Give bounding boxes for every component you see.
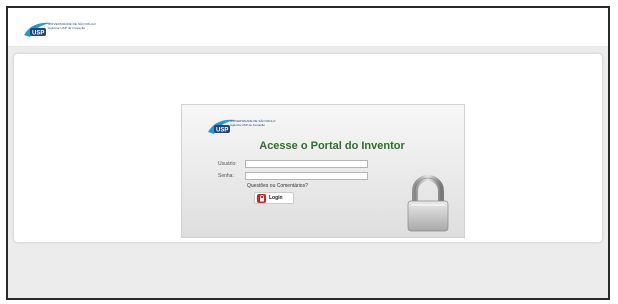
login-button[interactable]: Login [254,192,294,204]
padlock-icon [405,174,451,237]
logo-line2: Agência USP de Inovação [48,26,86,30]
content-panel: USP UNIVERSIDADE DE SÃO PAULO Agência US… [14,54,602,242]
login-logo-text: UNIVERSIDADE DE SÃO PAULO Agência USP de… [230,119,290,127]
login-button-label: Login [269,195,283,201]
logo-text: UNIVERSIDADE DE SÃO PAULO Agência USP de… [48,22,108,30]
logo-acronym: USP [32,31,44,37]
lock-icon [257,193,266,203]
logo-acronym: USP [216,128,228,134]
login-title: Acesse o Portal do Inventor [259,140,405,152]
login-box: USP UNIVERSIDADE DE SÃO PAULO Agência US… [181,104,465,238]
password-label: Senha: [218,173,234,179]
questions-link[interactable]: Questões ou Comentários? [247,183,308,189]
top-header: USP UNIVERSIDADE DE SÃO PAULO Agência US… [8,8,608,47]
logo-line2: Agência USP de Inovação [230,123,265,127]
username-label: Usuário: [218,161,237,167]
browser-frame: USP UNIVERSIDADE DE SÃO PAULO Agência US… [6,6,610,300]
password-input[interactable] [245,172,368,180]
username-input[interactable] [245,160,368,168]
